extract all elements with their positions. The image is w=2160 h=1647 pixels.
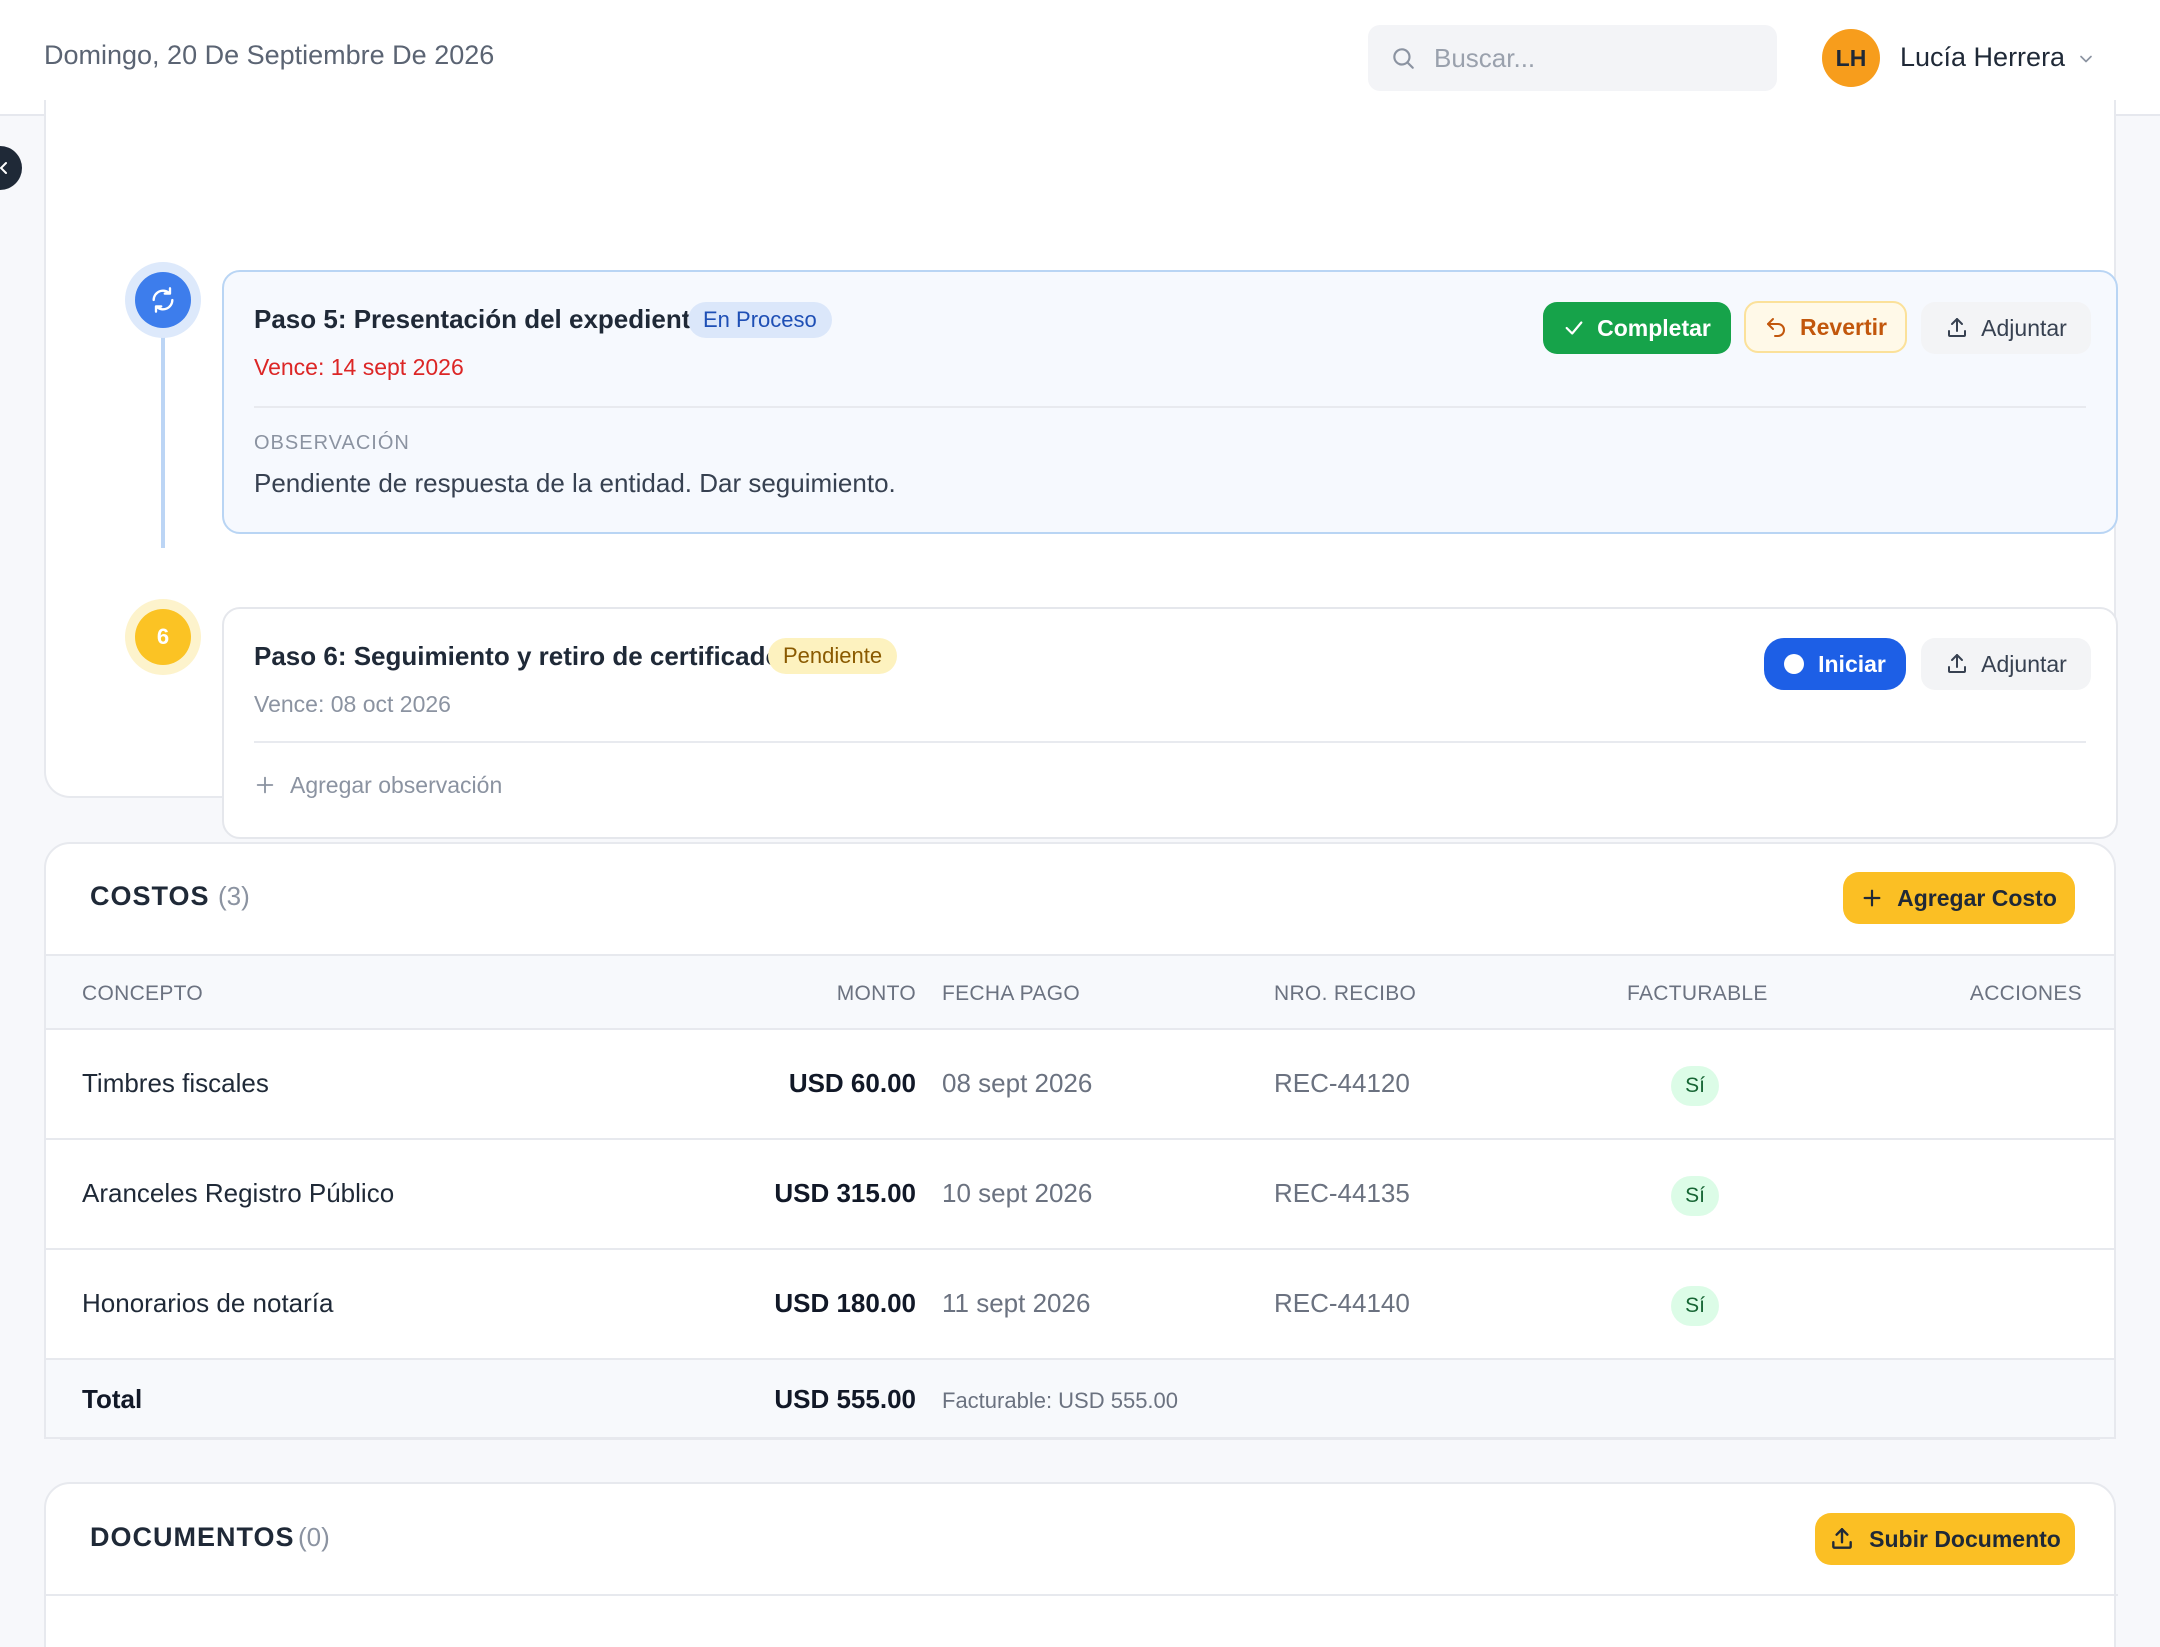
observation-text: Pendiente de respuesta de la entidad. Da…: [254, 468, 896, 498]
cost-amount: USD 315.00: [774, 1178, 916, 1208]
upload-icon: [1832, 1528, 1853, 1549]
documents-title: DOCUMENTOS: [90, 1522, 295, 1552]
workflow-steps-card: Paso 5: Presentación del expediente En P…: [44, 100, 2118, 839]
top-header: Domingo, 20 De Septiembre De 2026 LH Luc…: [0, 0, 2160, 116]
section-separator: [60, 1438, 2100, 1440]
current-date: Domingo, 20 De Septiembre De 2026: [44, 40, 495, 70]
complete-button[interactable]: Completar: [1543, 302, 1731, 354]
chevron-left-icon: [0, 162, 7, 174]
cost-payment-date: 10 sept 2026: [942, 1178, 1093, 1208]
costs-table-header: CONCEPTO MONTO FECHA PAGO NRO. RECIBO FA…: [46, 954, 2114, 1030]
costs-card: COSTOS (3) Agregar Costo CONCEPTO MONTO …: [44, 842, 2116, 1439]
status-badge: En Proceso: [688, 302, 832, 338]
costs-total-row: Total USD 555.00 Facturable: USD 555.00: [46, 1360, 2114, 1437]
upload-document-button[interactable]: Subir Documento: [1815, 1513, 2075, 1565]
costs-title: COSTOS: [90, 881, 210, 911]
column-header-payment-date: FECHA PAGO: [942, 982, 1080, 1005]
cost-payment-date: 11 sept 2026: [942, 1288, 1091, 1318]
cost-receipt: REC-44120: [1274, 1068, 1410, 1098]
step-due-date: Vence: 14 sept 2026: [254, 354, 464, 380]
revert-button-label: Revertir: [1800, 313, 1887, 340]
table-row: Honorarios de notaría USD 180.00 11 sept…: [46, 1250, 2114, 1360]
revert-button[interactable]: Revertir: [1744, 301, 1907, 353]
check-icon: [1565, 321, 1583, 335]
attach-button-label: Adjuntar: [1981, 650, 2067, 677]
step-title: Paso 5: Presentación del expediente: [254, 304, 705, 334]
complete-button-label: Completar: [1597, 314, 1711, 341]
documents-count: (0): [298, 1522, 330, 1552]
cost-amount: USD 60.00: [788, 1068, 916, 1098]
costs-count: (3): [218, 881, 250, 911]
divider: [254, 406, 2086, 408]
start-button[interactable]: Iniciar: [1764, 638, 1906, 690]
search-box[interactable]: [1368, 25, 1777, 91]
cost-payment-date: 08 sept 2026: [942, 1068, 1093, 1098]
attach-button[interactable]: Adjuntar: [1921, 638, 2091, 690]
total-label: Total: [82, 1384, 143, 1414]
start-button-label: Iniciar: [1818, 650, 1886, 677]
table-row: Aranceles Registro Público USD 315.00 10…: [46, 1140, 2114, 1250]
divider: [46, 1594, 2118, 1596]
search-icon: [1393, 48, 1414, 69]
play-dot-icon: [1784, 654, 1805, 674]
upload-icon: [1948, 318, 1967, 337]
column-header-amount: MONTO: [836, 982, 916, 1005]
upload-icon: [1948, 654, 1967, 673]
cost-amount: USD 180.00: [774, 1288, 916, 1318]
add-observation-label: Agregar observación: [290, 771, 503, 798]
add-observation-button[interactable]: Agregar observación: [254, 767, 502, 803]
divider: [254, 741, 2086, 743]
billable-badge: Sí: [1671, 1176, 1719, 1216]
avatar: LH: [1822, 29, 1880, 87]
step-5-card: Paso 5: Presentación del expediente En P…: [222, 270, 2118, 534]
upload-document-label: Subir Documento: [1869, 1525, 2061, 1552]
cost-receipt: REC-44135: [1274, 1178, 1410, 1208]
billable-badge: Sí: [1671, 1286, 1719, 1326]
billable-badge: Sí: [1671, 1066, 1719, 1106]
add-cost-label: Agregar Costo: [1897, 884, 2057, 911]
column-header-concept: CONCEPTO: [82, 982, 204, 1005]
user-menu[interactable]: LH Lucía Herrera: [1818, 27, 2138, 89]
total-amount: USD 555.00: [774, 1384, 916, 1414]
cost-receipt: REC-44140: [1274, 1288, 1410, 1318]
plus-icon: [256, 776, 274, 794]
step-5-marker: [135, 272, 191, 328]
cost-concept: Honorarios de notaría: [82, 1288, 334, 1318]
plus-icon: [1863, 889, 1881, 907]
chevron-down-icon: [2080, 55, 2092, 63]
column-header-actions: ACCIONES: [1969, 982, 2082, 1005]
cost-concept: Timbres fiscales: [82, 1068, 269, 1098]
user-name: Lucía Herrera: [1900, 42, 2066, 72]
column-header-billable: FACTURABLE: [1627, 982, 1768, 1005]
step-due-date: Vence: 08 oct 2026: [254, 691, 451, 717]
attach-button[interactable]: Adjuntar: [1921, 302, 2091, 354]
documents-card: DOCUMENTOS (0) Subir Documento: [44, 1482, 2118, 1647]
total-billable: Facturable: USD 555.00: [942, 1388, 1179, 1413]
table-row: Timbres fiscales USD 60.00 08 sept 2026 …: [46, 1030, 2114, 1140]
cost-concept: Aranceles Registro Público: [82, 1178, 395, 1208]
timeline-line: [161, 332, 165, 548]
attach-button-label: Adjuntar: [1981, 314, 2067, 341]
step-6-marker: 6: [135, 609, 191, 665]
step-6-card: Paso 6: Seguimiento y retiro de certific…: [222, 607, 2118, 839]
in-progress-icon: [152, 287, 174, 313]
status-badge: Pendiente: [768, 638, 898, 674]
search-input[interactable]: [1434, 25, 1764, 91]
column-header-receipt: NRO. RECIBO: [1274, 982, 1417, 1005]
observation-label: OBSERVACIÓN: [254, 432, 410, 454]
undo-icon: [1767, 318, 1786, 337]
sidebar-toggle-button[interactable]: [0, 146, 22, 190]
step-title: Paso 6: Seguimiento y retiro de certific…: [254, 641, 782, 671]
add-cost-button[interactable]: Agregar Costo: [1843, 872, 2075, 924]
